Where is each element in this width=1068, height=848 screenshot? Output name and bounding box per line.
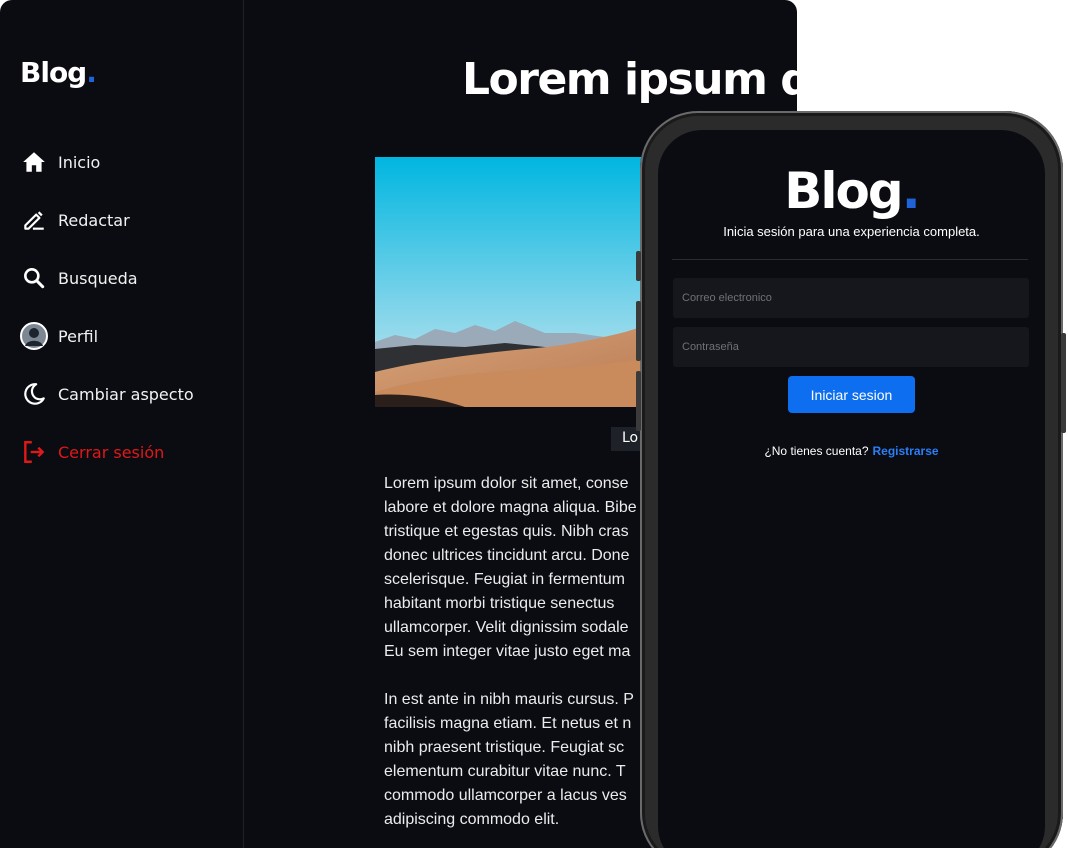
sidebar-item-inicio[interactable]: Inicio bbox=[20, 147, 100, 177]
sidebar-item-label: Cambiar aspecto bbox=[58, 384, 194, 404]
phone-volume-down-button bbox=[636, 371, 641, 431]
phone-mockup: Blog. Inicia sesión para una experiencia… bbox=[636, 111, 1066, 848]
avatar-icon bbox=[20, 322, 48, 350]
signup-prompt-text: ¿No tienes cuenta? bbox=[764, 444, 869, 458]
logo-dot: . bbox=[86, 56, 97, 89]
search-icon bbox=[20, 264, 48, 292]
sidebar-item-label: Busqueda bbox=[58, 268, 138, 288]
mobile-logo: Blog. bbox=[658, 162, 1045, 220]
sidebar-item-label: Perfil bbox=[58, 326, 99, 346]
phone-power-button bbox=[1061, 333, 1066, 433]
sidebar: Blog. Inicio Redactar Busqueda Perfil Ca… bbox=[0, 0, 244, 848]
mobile-logo-text: Blog bbox=[784, 162, 903, 220]
signup-link[interactable]: Registrarse bbox=[873, 444, 939, 458]
edit-icon bbox=[20, 206, 48, 234]
signup-prompt: ¿No tienes cuenta? Registrarse bbox=[658, 444, 1045, 458]
password-field[interactable] bbox=[673, 327, 1029, 367]
sidebar-item-label: Redactar bbox=[58, 210, 130, 230]
sidebar-item-redactar[interactable]: Redactar bbox=[20, 205, 130, 235]
login-button[interactable]: Iniciar sesion bbox=[788, 376, 915, 413]
sidebar-item-busqueda[interactable]: Busqueda bbox=[20, 263, 138, 293]
logo[interactable]: Blog. bbox=[20, 56, 97, 89]
email-field[interactable] bbox=[673, 278, 1029, 318]
mobile-logo-dot: . bbox=[901, 162, 921, 220]
sidebar-item-label: Cerrar sesión bbox=[58, 442, 165, 462]
sidebar-item-label: Inicio bbox=[58, 152, 101, 172]
divider bbox=[672, 259, 1028, 260]
phone-screen: Blog. Inicia sesión para una experiencia… bbox=[658, 130, 1045, 848]
phone-volume-up-button bbox=[636, 301, 641, 361]
moon-icon bbox=[20, 380, 48, 408]
login-subtitle: Inicia sesión para una experiencia compl… bbox=[723, 224, 980, 239]
logo-text: Blog bbox=[20, 56, 87, 89]
phone-side-button bbox=[636, 251, 641, 281]
home-icon bbox=[20, 148, 48, 176]
post-title: Lorem ipsum do bbox=[462, 54, 797, 105]
post-hero-image bbox=[375, 157, 655, 407]
sidebar-item-cambiar-aspecto[interactable]: Cambiar aspecto bbox=[20, 379, 194, 409]
sidebar-item-perfil[interactable]: Perfil bbox=[20, 321, 98, 351]
logout-icon bbox=[20, 438, 48, 466]
sidebar-item-cerrar-sesion[interactable]: Cerrar sesión bbox=[20, 437, 164, 467]
